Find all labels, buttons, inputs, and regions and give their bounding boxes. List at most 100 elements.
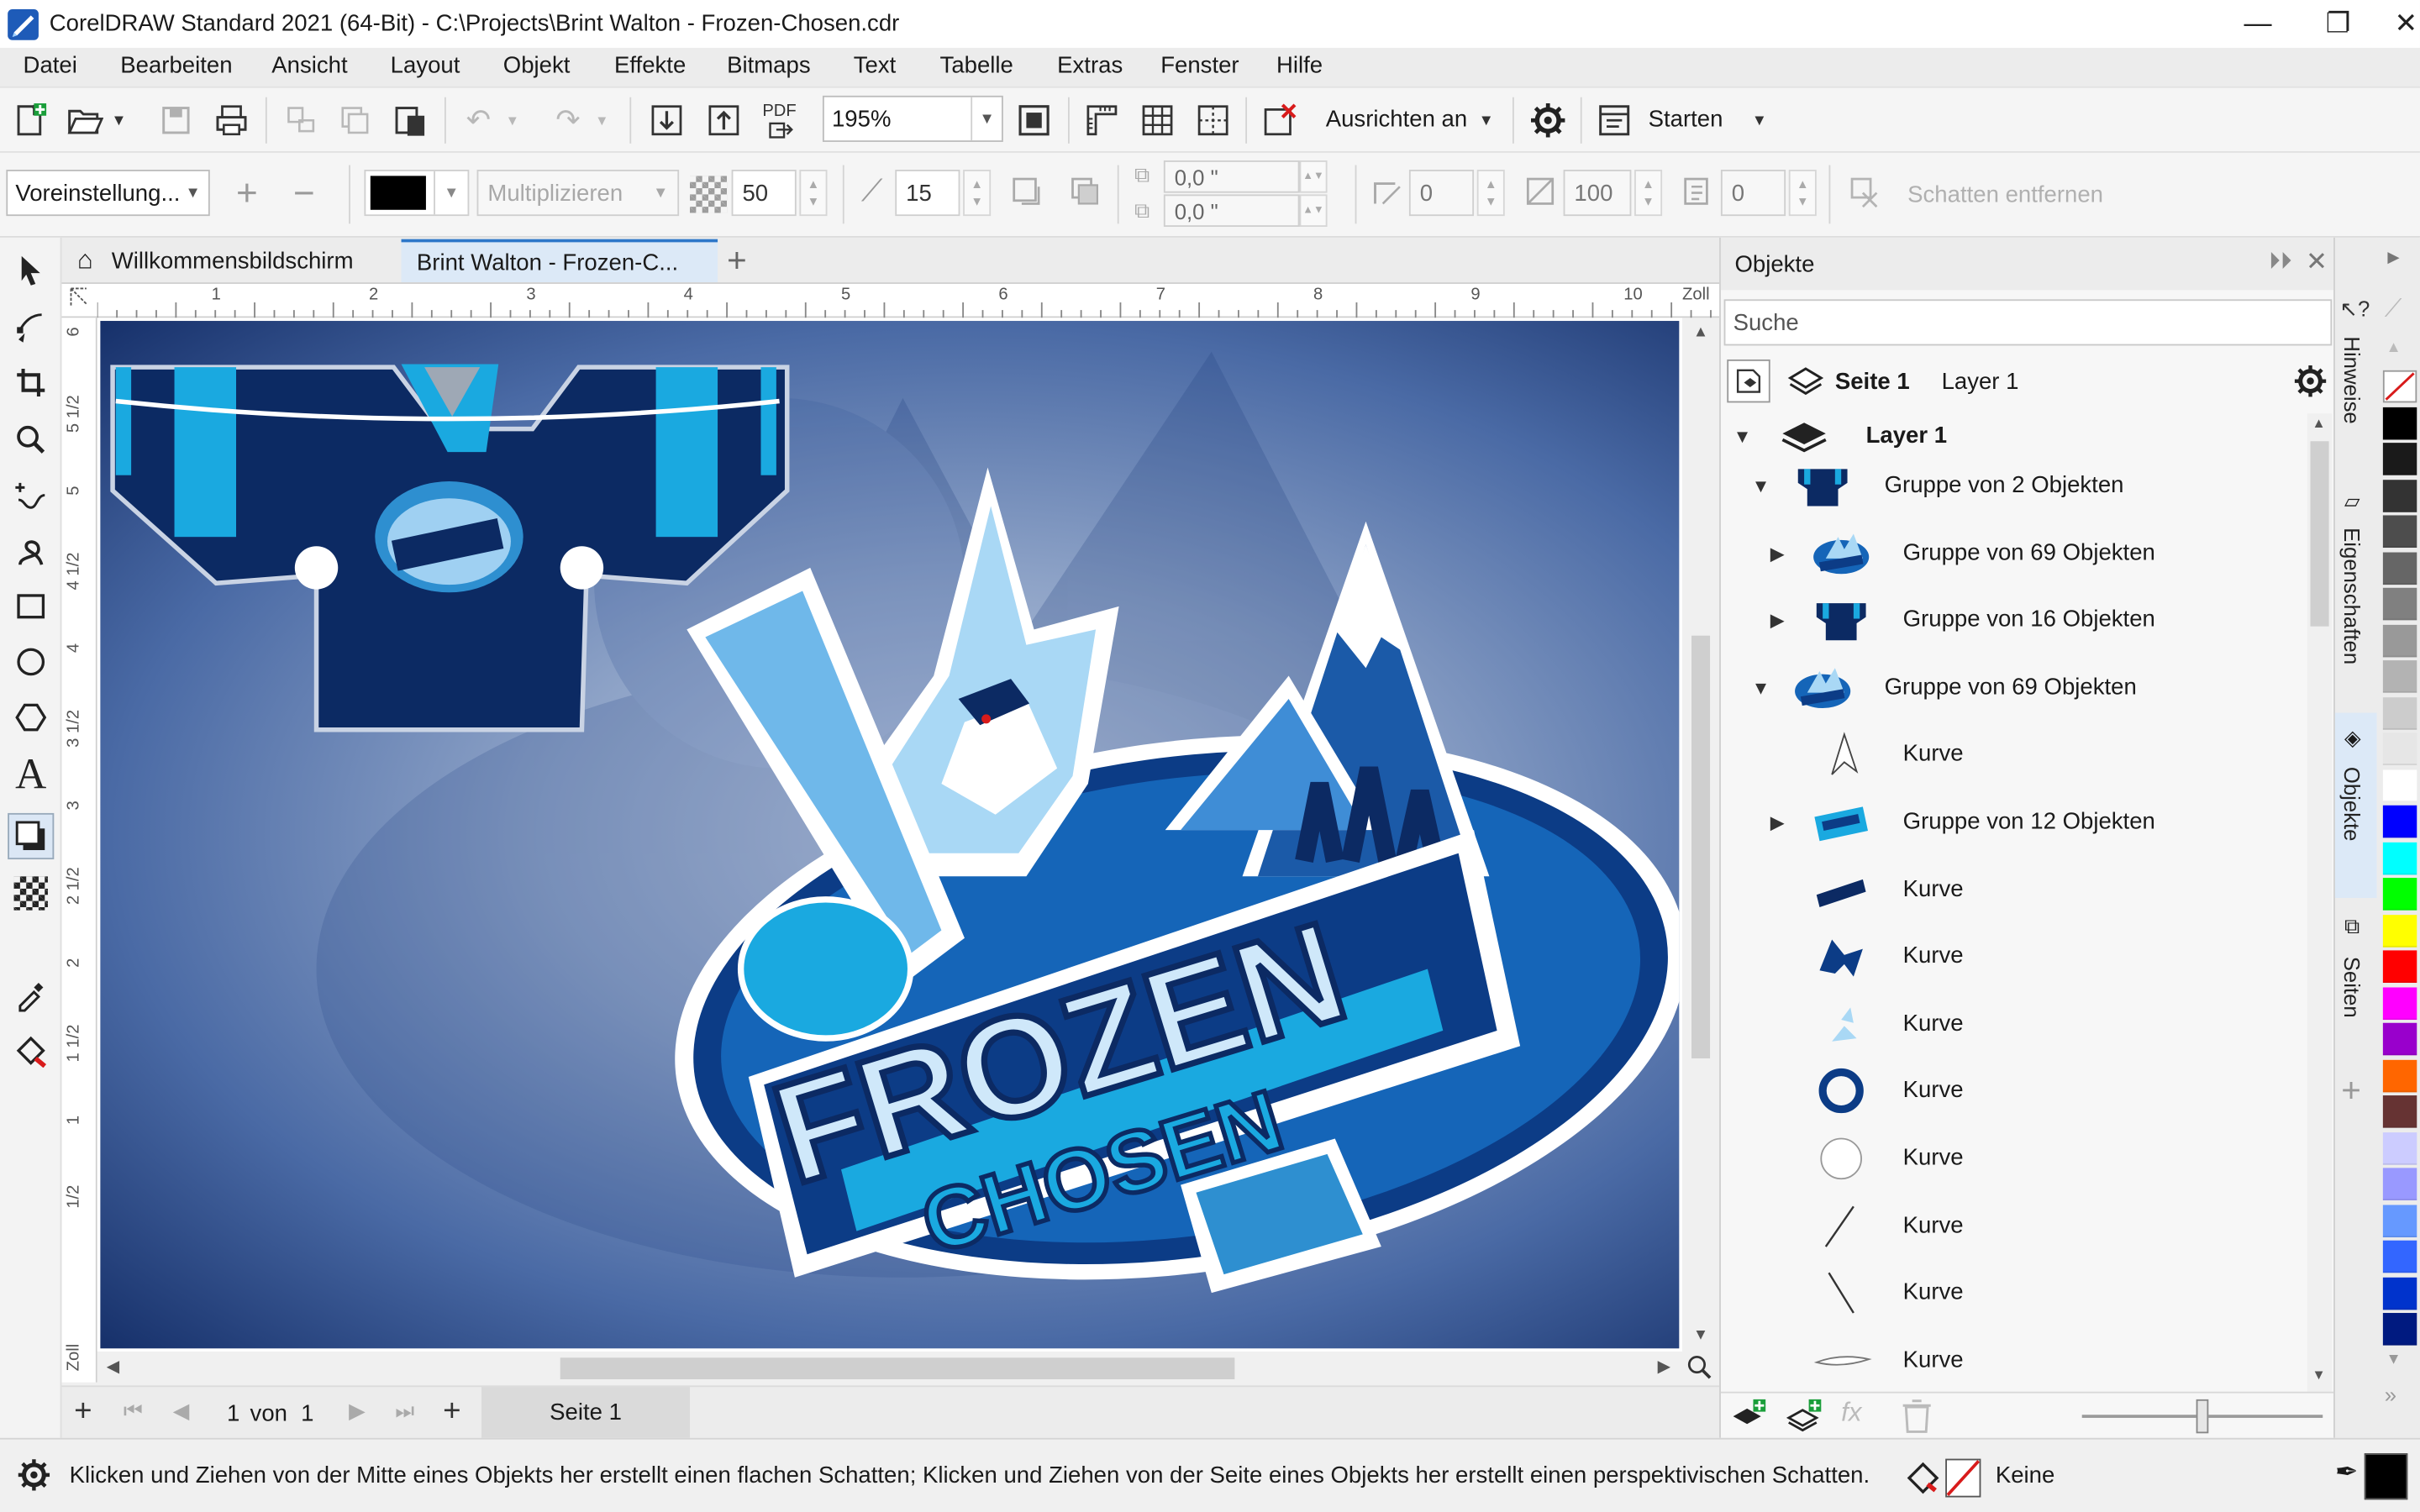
menu-bitmaps[interactable]: Bitmaps (727, 52, 811, 78)
collapse-arrow-icon[interactable]: ▼ (1733, 426, 1752, 448)
show-grid-icon[interactable] (1138, 100, 1178, 140)
transparency-tool-icon[interactable] (8, 870, 54, 916)
tab-objects[interactable]: Objekte (2339, 767, 2364, 842)
new-tab-button[interactable]: + (723, 239, 763, 282)
palette-up-arrow-icon[interactable]: ▲ (2386, 339, 2402, 356)
current-page-label[interactable]: Seite 1 (1835, 369, 1910, 395)
scroll-right-icon[interactable]: ▶ (1658, 1356, 1671, 1376)
color-swatch[interactable] (2382, 1022, 2417, 1056)
color-swatch[interactable] (2382, 443, 2417, 475)
tree-object-row[interactable]: Kurve (1721, 1261, 2307, 1327)
add-docker-icon[interactable]: + (2341, 1071, 2361, 1111)
tree-object-row[interactable]: Kurve (1721, 992, 2307, 1058)
feather-edges-icon[interactable] (1065, 171, 1105, 212)
save-icon[interactable] (156, 100, 197, 140)
clear-shadow-icon[interactable] (1844, 171, 1885, 212)
tree-object-row[interactable]: Kurve (1721, 925, 2307, 991)
shadow-angle-input[interactable]: 0 (1408, 170, 1475, 217)
tree-object-row[interactable]: ▼ Gruppe von 2 Objekten (1721, 454, 2307, 520)
color-swatch[interactable] (2382, 696, 2417, 729)
eyedropper-tool-icon[interactable] (8, 972, 54, 1018)
new-document-icon[interactable] (9, 100, 50, 140)
offset-y-stepper[interactable]: ▲▼ (1299, 194, 1328, 227)
tree-object-row[interactable]: Kurve (1721, 1059, 2307, 1126)
maximize-button[interactable]: ❐ (2302, 0, 2373, 48)
tree-scroll-thumb[interactable] (2310, 441, 2329, 627)
page-layer-toggle-icon[interactable] (1727, 359, 1770, 403)
vertical-scrollbar[interactable]: ▲ ▼ (1682, 318, 1720, 1352)
page-tab-1[interactable]: Seite 1 (481, 1387, 691, 1438)
menu-extras[interactable]: Extras (1057, 52, 1123, 78)
paste-icon[interactable] (391, 100, 431, 140)
crop-tool-icon[interactable] (8, 360, 54, 406)
print-icon[interactable] (212, 100, 252, 140)
next-page-icon[interactable]: ▶ (349, 1398, 366, 1424)
open-recent-chevron-icon[interactable]: ▼ (108, 100, 130, 140)
snap-chevron-icon[interactable]: ▼ (1476, 100, 1497, 140)
docker-options-gear-icon[interactable] (2291, 363, 2328, 406)
show-guidelines-icon[interactable] (1193, 100, 1234, 140)
last-page-icon[interactable]: ⏭ (395, 1398, 414, 1424)
feather-stepper[interactable]: ▲ ▼ (963, 170, 992, 217)
interactive-fill-tool-icon[interactable] (8, 1027, 54, 1074)
menu-hilfe[interactable]: Hilfe (1276, 52, 1323, 78)
new-master-layer-icon[interactable] (1786, 1398, 1823, 1441)
color-swatch[interactable] (2382, 1095, 2417, 1128)
outline-color-swatch[interactable] (2364, 1453, 2408, 1500)
palette-down-arrow-icon[interactable]: ▼ (2386, 1352, 2402, 1368)
tree-object-row[interactable]: Kurve (1721, 722, 2307, 789)
menu-layout[interactable]: Layout (391, 52, 460, 78)
add-page-after-button[interactable]: + (443, 1394, 460, 1430)
angle-stepper[interactable]: ▲ ▼ (1476, 170, 1505, 217)
collapse-arrow-icon[interactable]: ▼ (1752, 677, 1770, 699)
fill-indicator-icon[interactable] (1904, 1457, 1985, 1506)
tab-pages[interactable]: Seiten (2339, 957, 2364, 1018)
shadow-color-picker[interactable]: ▼ (364, 170, 470, 217)
redo-chevron-icon[interactable]: ▼ (591, 100, 613, 140)
full-screen-preview-icon[interactable] (1014, 100, 1055, 140)
color-swatch[interactable] (2382, 551, 2417, 585)
opacity-stepper[interactable]: ▲ ▼ (799, 170, 828, 217)
expand-arrow-icon[interactable]: ▶ (1770, 811, 1785, 833)
options-gear-icon[interactable] (1528, 100, 1568, 140)
color-swatch[interactable] (2382, 769, 2417, 802)
new-layer-icon[interactable] (1730, 1398, 1767, 1441)
color-swatch[interactable] (2382, 1058, 2417, 1092)
close-docker-icon[interactable]: ✕ (2306, 247, 2328, 278)
collapse-docker-icon[interactable]: ⏵⏵ (2269, 249, 2292, 275)
status-gear-icon[interactable] (15, 1457, 52, 1499)
undo-chevron-icon[interactable]: ▼ (502, 100, 523, 140)
menu-bearbeiten[interactable]: Bearbeiten (120, 52, 232, 78)
color-swatch[interactable] (2382, 950, 2417, 983)
color-swatch[interactable] (2382, 1313, 2417, 1346)
shadow-feather-input[interactable]: 15 (895, 170, 960, 217)
pick-tool-icon[interactable] (8, 247, 54, 293)
tab-hints[interactable]: Hinweise (2339, 336, 2364, 423)
collapse-arrow-icon[interactable]: ▼ (1752, 475, 1770, 497)
drawing-canvas[interactable]: FROZEN CHOSEN (97, 318, 1686, 1352)
launch-label[interactable]: Starten (1649, 107, 1723, 133)
color-swatch[interactable] (2382, 841, 2417, 874)
color-swatch[interactable] (2382, 805, 2417, 838)
scroll-down-icon[interactable]: ▼ (1693, 1327, 1708, 1344)
object-tree[interactable]: ▼ Layer 1 ▼ Gruppe von 2 Objekten ▶ Gruppe vo… (1721, 413, 2307, 1391)
scroll-up-icon[interactable]: ▲ (1693, 324, 1708, 341)
artistic-media-tool-icon[interactable] (8, 528, 54, 574)
menu-tabelle[interactable]: Tabelle (940, 52, 1013, 78)
drop-shadow-tool-icon[interactable] (8, 812, 55, 860)
color-swatch[interactable] (2382, 660, 2417, 693)
previous-page-icon[interactable]: ◀ (173, 1398, 190, 1424)
scroll-left-icon[interactable]: ◀ (107, 1356, 120, 1376)
delete-icon[interactable] (1900, 1398, 1933, 1441)
undo-icon[interactable]: ↶ (458, 100, 498, 140)
palette-eyedropper-icon[interactable]: ⟋ (2385, 297, 2402, 324)
ellipse-tool-icon[interactable] (8, 638, 54, 685)
polygon-tool-icon[interactable] (8, 695, 54, 741)
menu-effekte[interactable]: Effekte (614, 52, 686, 78)
shadow-fade-input[interactable]: 100 (1563, 170, 1632, 217)
object-search-input[interactable]: Suche (1723, 299, 2333, 346)
tree-object-row[interactable]: Kurve (1721, 1328, 2307, 1392)
horizontal-scrollbar[interactable]: ◀ ▶ (97, 1351, 1712, 1386)
color-swatch[interactable] (2382, 623, 2417, 657)
tree-object-row[interactable]: Kurve (1721, 1194, 2307, 1260)
